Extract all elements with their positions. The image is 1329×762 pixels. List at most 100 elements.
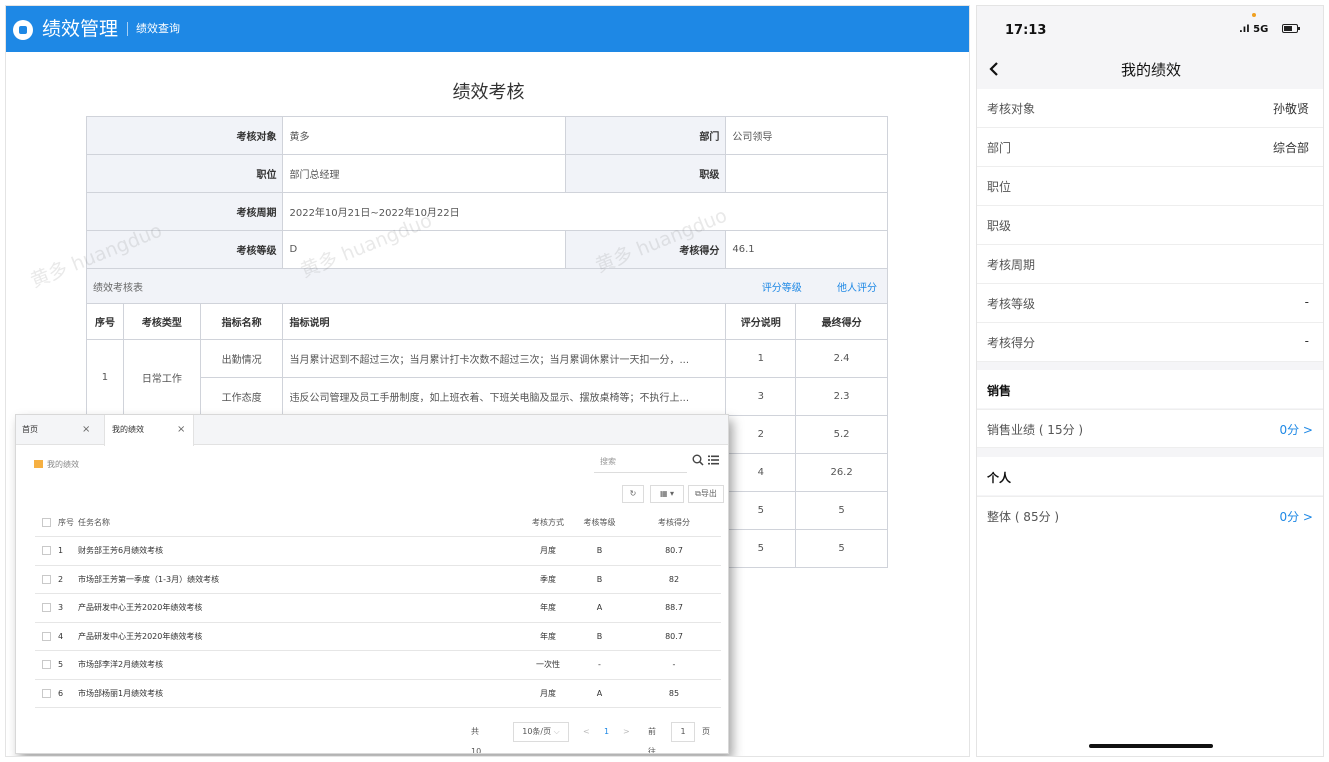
phone-body <box>977 534 1323 756</box>
table-row[interactable]: 4 产品研发中心王芳2020年绩效考核 年度 B 80.7 <box>35 622 721 651</box>
row-score: 5 <box>795 529 888 568</box>
row-score: 88.7 <box>627 593 721 623</box>
row-score: - <box>627 650 721 680</box>
score-label: 考核得分 <box>565 230 727 269</box>
phone-screen: 17:13 .ıl 5G 我的绩效 考核对象 孙敬贤 部门 综合部 职位 职级 … <box>976 5 1324 757</box>
signal-icon: .ıl 5G <box>1239 24 1269 35</box>
row-desc: 当月累计迟到不超过三次；当月累计打卡次数不超过三次；当月累调休累计一天扣一分，.… <box>282 339 727 378</box>
row-task-name[interactable]: 市场部王芳第一季度（1-3月）绩效考核 <box>78 565 524 594</box>
field-dept: 部门 综合部 <box>977 128 1323 167</box>
row-task-name[interactable]: 市场部杨丽1月绩效考核 <box>78 679 524 708</box>
row-score: 82 <box>627 565 721 594</box>
row-task-name[interactable]: 产品研发中心王芳2020年绩效考核 <box>78 622 524 651</box>
app-title: 绩效管理 <box>42 18 119 40</box>
period-value: 2022年10月21日~2022年10月22日 <box>282 192 888 231</box>
score-value: 46.1 <box>725 230 888 269</box>
row-score: 80.7 <box>627 622 721 651</box>
row-checkbox[interactable] <box>42 631 51 641</box>
select-all-checkbox[interactable] <box>42 517 51 527</box>
row-no: 1 <box>58 536 78 566</box>
table-row[interactable]: 1 财务部王芳6月绩效考核 月度 B 80.7 <box>35 536 721 566</box>
goto-label: 前往 <box>648 727 656 754</box>
refresh-button[interactable]: ↻ <box>622 485 644 503</box>
page-size-select[interactable]: 10条/页 ⌵ <box>513 722 569 742</box>
grade-link[interactable]: 评分等级 <box>762 283 802 294</box>
close-icon[interactable]: × <box>177 415 185 445</box>
prev-page-icon[interactable]: < <box>583 722 590 742</box>
search-input[interactable]: 搜索 <box>594 451 687 473</box>
grid-icon: ▦ ▾ <box>659 489 675 498</box>
refresh-icon: ↻ <box>629 489 637 498</box>
row-checkbox[interactable] <box>42 660 51 670</box>
row-rate: 5 <box>725 529 797 568</box>
row-no: 3 <box>58 593 78 623</box>
nav-bar: 我的绩效 <box>977 56 1323 89</box>
row-task-name[interactable]: 产品研发中心王芳2020年绩效考核 <box>78 593 524 623</box>
col-no: 序号 <box>58 508 78 537</box>
sales-item[interactable]: 销售业绩 ( 15分 ) 0分 > <box>977 409 1323 448</box>
tab-bar: 首页 × 我的绩效 × <box>16 415 728 446</box>
row-checkbox[interactable] <box>42 688 51 698</box>
rank-value <box>725 154 888 193</box>
close-icon[interactable]: × <box>82 415 90 445</box>
row-desc: 违反公司管理及员工手册制度，如上班衣着、下班关电脑及显示、摆放桌椅等；不执行上.… <box>282 377 727 416</box>
row-score: 5.2 <box>795 415 888 454</box>
others-rating-link[interactable]: 他人评分 <box>837 283 877 294</box>
status-bar: 17:13 .ıl 5G <box>977 6 1323 56</box>
dept-value: 公司领导 <box>725 116 888 155</box>
col-grade: 考核等级 <box>572 508 627 537</box>
title-divider <box>127 22 128 36</box>
chevron-down-icon: ⌵ <box>553 727 560 736</box>
next-page-icon[interactable]: > <box>623 722 630 742</box>
group-personal: 个人 <box>977 457 1323 495</box>
row-no: 1 <box>86 339 124 416</box>
target-label: 考核对象 <box>85 116 284 155</box>
position-label: 职位 <box>85 154 284 193</box>
tab-home[interactable]: 首页 × <box>16 415 104 445</box>
field-rank: 职级 <box>977 206 1323 245</box>
row-mode: 月度 <box>524 536 572 566</box>
row-grade: B <box>572 536 627 566</box>
row-task-name[interactable]: 财务部王芳6月绩效考核 <box>78 536 524 566</box>
tab-my-performance[interactable]: 我的绩效 × <box>104 415 194 446</box>
table-row[interactable]: 5 市场部李洋2月绩效考核 一次性 - - <box>35 650 721 680</box>
row-mode: 年度 <box>524 593 572 623</box>
row-no: 4 <box>58 622 78 651</box>
list-view-icon[interactable] <box>708 455 719 465</box>
field-position: 职位 <box>977 167 1323 206</box>
row-rate: 3 <box>725 377 797 416</box>
row-grade: B <box>572 622 627 651</box>
period-label: 考核周期 <box>85 192 284 231</box>
search-icon[interactable] <box>692 454 704 466</box>
columns-button[interactable]: ▦ ▾ <box>650 485 684 503</box>
table-row[interactable]: 2 市场部王芳第一季度（1-3月）绩效考核 季度 B 82 <box>35 565 721 594</box>
indicator-dot <box>1252 13 1256 17</box>
col-no: 序号 <box>86 303 124 340</box>
row-mode: 一次性 <box>524 650 572 680</box>
clock: 17:13 <box>1005 23 1047 38</box>
table-row[interactable]: 3 产品研发中心王芳2020年绩效考核 年度 A 88.7 <box>35 593 721 623</box>
row-score: 2.3 <box>795 377 888 416</box>
current-page[interactable]: 1 <box>604 722 609 742</box>
row-checkbox[interactable] <box>42 603 51 613</box>
group-sales: 销售 <box>977 370 1323 408</box>
folder-icon <box>34 460 43 468</box>
section-header: 绩效考核表 评分等级 他人评分 <box>86 268 888 304</box>
home-indicator[interactable] <box>1089 744 1213 748</box>
row-mode: 季度 <box>524 565 572 594</box>
grade-value: D <box>282 230 567 269</box>
row-checkbox[interactable] <box>42 574 51 584</box>
row-task-name[interactable]: 市场部李洋2月绩效考核 <box>78 650 524 680</box>
total-count: 共 10 条 <box>471 727 482 754</box>
breadcrumb: 我的绩效 <box>34 459 79 470</box>
performance-list: 序号 任务名称 考核方式 考核等级 考核得分 1 财务部王芳6月绩效考核 月度 … <box>35 508 721 708</box>
page-input[interactable]: 1 <box>671 722 695 742</box>
row-score: 5 <box>795 491 888 530</box>
personal-item[interactable]: 整体 ( 85分 ) 0分 > <box>977 496 1323 535</box>
export-button[interactable]: ⧉导出 <box>688 485 724 503</box>
table-row[interactable]: 6 市场部杨丽1月绩效考核 月度 A 85 <box>35 679 721 708</box>
row-score: 26.2 <box>795 453 888 492</box>
app-subtitle[interactable]: 绩效查询 <box>136 22 180 36</box>
app-logo-icon[interactable] <box>13 20 33 40</box>
row-checkbox[interactable] <box>42 546 51 556</box>
